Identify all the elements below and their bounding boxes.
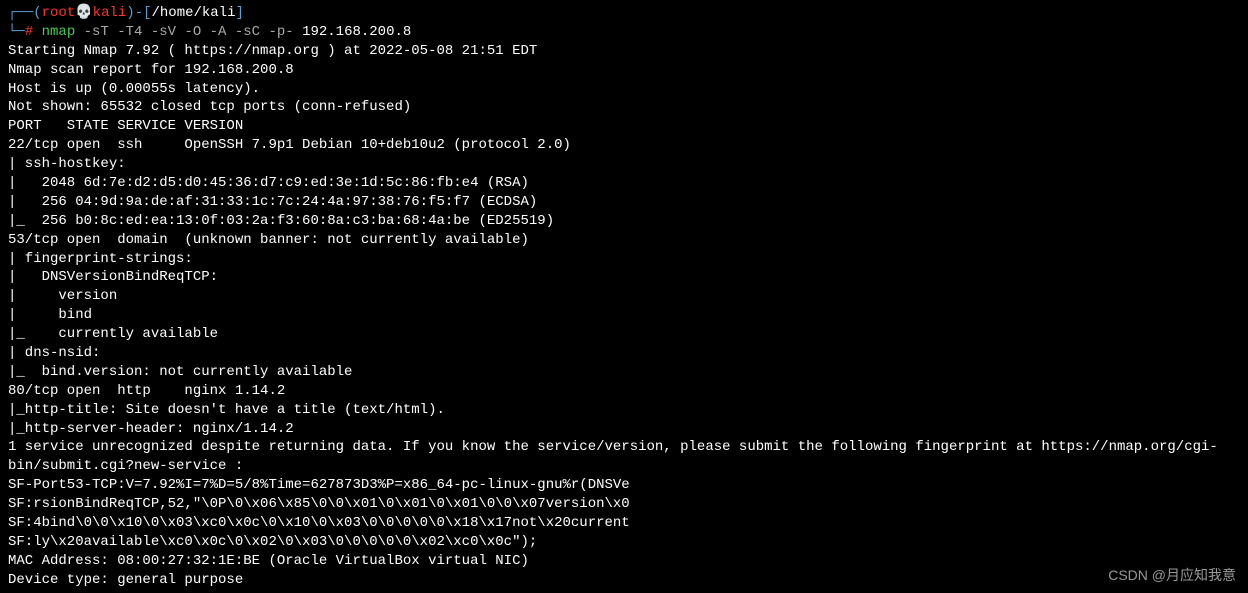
command-target: 192.168.200.8 [294,24,412,40]
output-line: 22/tcp open ssh OpenSSH 7.9p1 Debian 10+… [8,136,1240,155]
output-line: MAC Address: 08:00:27:32:1E:BE (Oracle V… [8,552,1240,571]
paren-open: ( [33,5,41,21]
output-line: |_ bind.version: not currently available [8,363,1240,382]
prompt-user: root [42,5,76,21]
output-line: | 2048 6d:7e:d2:d5:d0:45:36:d7:c9:ed:3e:… [8,174,1240,193]
output-line: |_http-title: Site doesn't have a title … [8,401,1240,420]
skull-icon: 💀 [75,5,92,21]
output-line: |_http-server-header: nginx/1.14.2 [8,420,1240,439]
output-line: | 256 04:9d:9a:de:af:31:33:1c:7c:24:4a:9… [8,193,1240,212]
output-line: | fingerprint-strings: [8,250,1240,269]
watermark: CSDN @月应知我意 [1108,566,1236,585]
output-line: | version [8,287,1240,306]
output-line: SF-Port53-TCP:V=7.92%I=7%D=5/8%Time=6278… [8,476,1240,495]
command-name: nmap [33,24,75,40]
output-line: | dns-nsid: [8,344,1240,363]
output-line: | bind [8,306,1240,325]
terminal-output[interactable]: ┌──(root💀kali)-[/home/kali] └─# nmap -sT… [8,4,1240,590]
output-line: |_ currently available [8,325,1240,344]
paren-close: ) [126,5,134,21]
prompt-hash: # [25,24,33,40]
output-line: Host is up (0.00055s latency). [8,80,1240,99]
output-line: |_ 256 b0:8c:ed:ea:13:0f:03:2a:f3:60:8a:… [8,212,1240,231]
prompt-line-2: └─# nmap -sT -T4 -sV -O -A -sC -p- 192.1… [8,23,1240,42]
command-args: -sT -T4 -sV -O -A -sC -p- [75,24,293,40]
output-line: | DNSVersionBindReqTCP: [8,268,1240,287]
prompt-path: /home/kali [152,5,236,21]
dash: - [135,5,143,21]
output-line: 80/tcp open http nginx 1.14.2 [8,382,1240,401]
output-line: Starting Nmap 7.92 ( https://nmap.org ) … [8,42,1240,61]
prompt-host: kali [93,5,127,21]
output-line: SF:4bind\0\0\x10\0\x03\xc0\x0c\0\x10\0\x… [8,514,1240,533]
output-line: Not shown: 65532 closed tcp ports (conn-… [8,98,1240,117]
output-line: 53/tcp open domain (unknown banner: not … [8,231,1240,250]
output-line: PORT STATE SERVICE VERSION [8,117,1240,136]
bracket-open: [ [143,5,151,21]
box-corner: ┌── [8,5,33,21]
bracket-close: ] [236,5,244,21]
output-line: Nmap scan report for 192.168.200.8 [8,61,1240,80]
output-line: SF:ly\x20available\xc0\x0c\0\x02\0\x03\0… [8,533,1240,552]
box-corner-bottom: └─ [8,24,25,40]
output-line: Device type: general purpose [8,571,1240,590]
output-line: 1 service unrecognized despite returning… [8,438,1240,476]
output-line: | ssh-hostkey: [8,155,1240,174]
prompt-line-1: ┌──(root💀kali)-[/home/kali] [8,4,1240,23]
output-line: SF:rsionBindReqTCP,52,"\0P\0\x06\x85\0\0… [8,495,1240,514]
